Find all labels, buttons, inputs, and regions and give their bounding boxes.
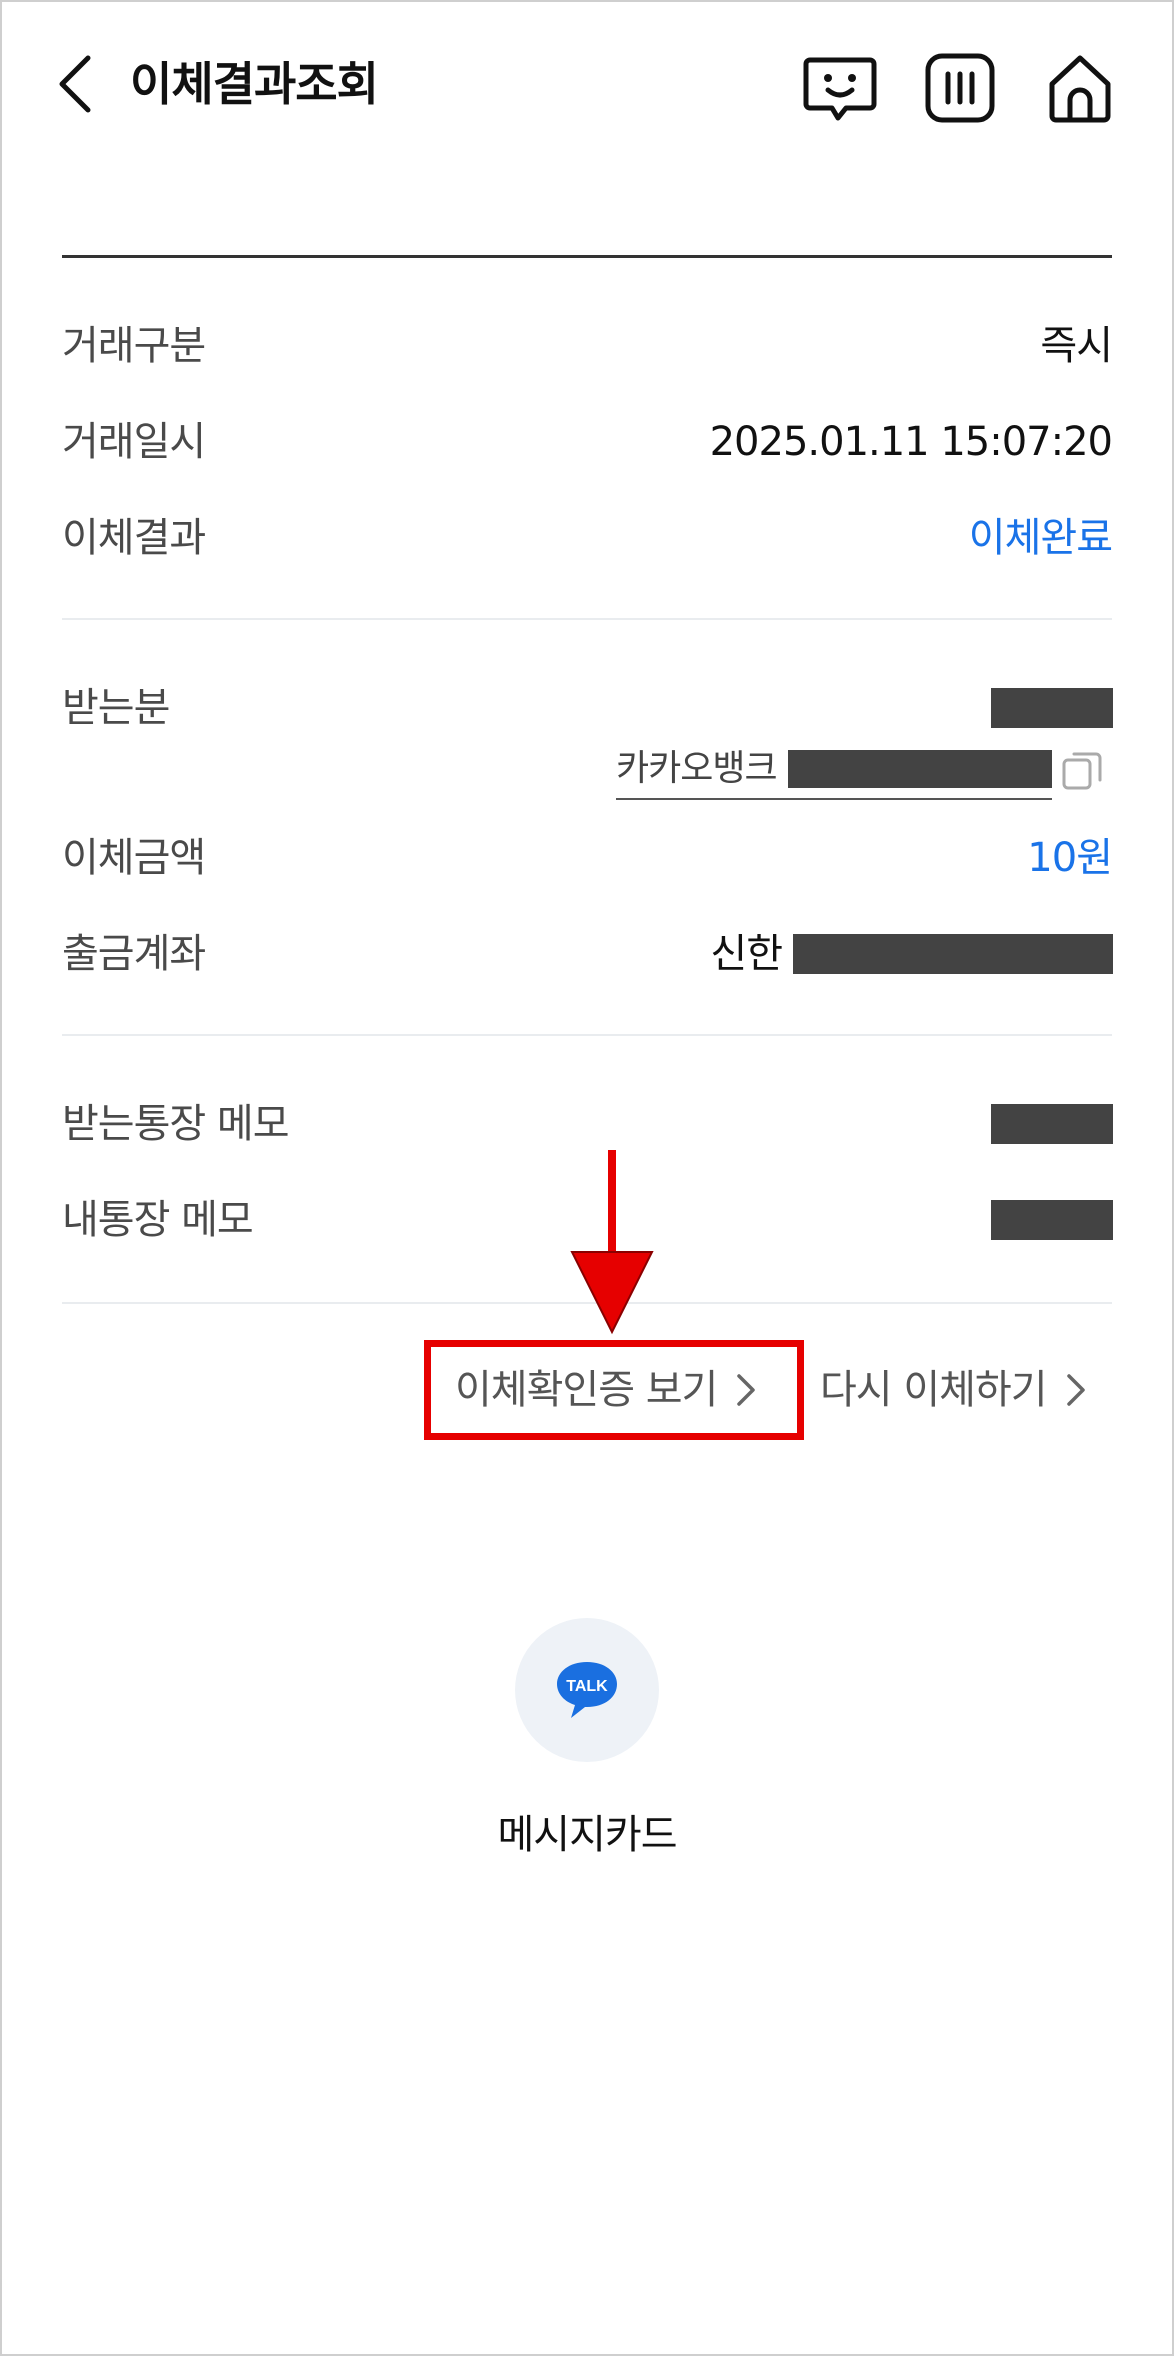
transaction-datetime-label: 거래일시 <box>62 419 206 465</box>
chevron-right-icon <box>737 1374 756 1406</box>
recipient-name-redacted <box>991 688 1113 728</box>
transaction-type-value: 즉시 <box>1040 323 1113 369</box>
chat-bot-button[interactable] <box>802 50 878 126</box>
transfer-amount-value: 10원 <box>1027 835 1113 881</box>
section-divider <box>62 255 1112 258</box>
chevron-right-icon <box>1066 1374 1085 1406</box>
transaction-type-label: 거래구분 <box>62 323 206 369</box>
talk-badge-text: TALK <box>566 1678 608 1695</box>
section-divider <box>62 618 1112 620</box>
menu-icon <box>925 53 995 123</box>
transfer-again-label: 다시 이체하기 <box>820 1367 1048 1413</box>
header: 이체결과조회 <box>0 0 1174 170</box>
recipient-account-link[interactable]: 카카오뱅크 <box>616 742 1052 800</box>
transfer-amount-label: 이체금액 <box>62 835 206 881</box>
home-button[interactable] <box>1042 50 1118 126</box>
menu-button[interactable] <box>922 50 998 126</box>
kakao-talk-icon: TALK <box>557 1662 617 1718</box>
chat-bot-icon <box>803 57 877 121</box>
transfer-result-value: 이체완료 <box>968 515 1113 561</box>
back-button[interactable] <box>50 48 110 120</box>
page-title: 이체결과조회 <box>130 57 379 111</box>
back-icon <box>59 55 91 113</box>
recipient-bank: 카카오뱅크 <box>616 748 778 789</box>
transfer-result-label: 이체결과 <box>62 515 206 561</box>
annotation-arrow-icon <box>570 1150 654 1335</box>
home-icon <box>1049 55 1111 123</box>
copy-icon <box>1062 752 1102 790</box>
withdrawal-account-label: 출금계좌 <box>62 931 206 977</box>
recipient-memo-label: 받는통장 메모 <box>62 1101 290 1147</box>
my-memo-label: 내통장 메모 <box>62 1197 254 1243</box>
withdrawal-account-redacted <box>793 934 1113 974</box>
my-memo-redacted <box>991 1200 1113 1240</box>
transfer-again-button[interactable]: 다시 이체하기 <box>820 1340 1120 1440</box>
recipient-label: 받는분 <box>62 685 170 731</box>
withdrawal-bank: 신한 <box>710 931 783 977</box>
transaction-datetime-value: 2025.01.11 15:07:20 <box>709 419 1113 465</box>
section-divider <box>62 1034 1112 1036</box>
recipient-memo-redacted <box>991 1104 1113 1144</box>
view-transfer-certificate-label: 이체확인증 보기 <box>455 1367 718 1413</box>
view-transfer-certificate-button[interactable]: 이체확인증 보기 <box>424 1340 804 1440</box>
message-card-button[interactable]: TALK <box>515 1618 659 1762</box>
message-card-label: 메시지카드 <box>497 1812 678 1858</box>
recipient-account-redacted <box>788 750 1052 788</box>
copy-account-button[interactable] <box>1060 748 1104 792</box>
